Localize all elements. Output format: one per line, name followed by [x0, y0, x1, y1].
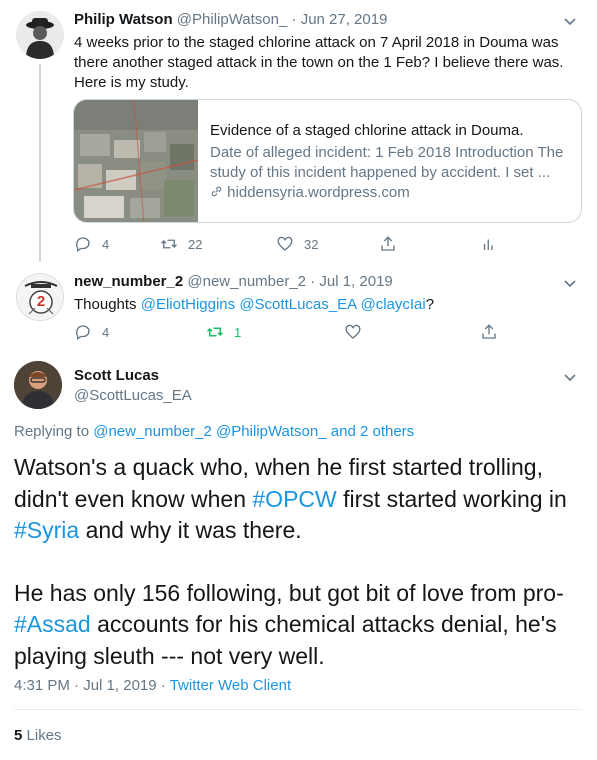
- share-button[interactable]: [379, 234, 397, 254]
- user-handle[interactable]: @PhilipWatson_: [177, 11, 288, 28]
- mention-link[interactable]: @PhilipWatson_: [216, 423, 327, 440]
- retweet-icon: [206, 327, 224, 337]
- like-button[interactable]: 32: [276, 234, 318, 254]
- thread-line: [39, 64, 41, 262]
- link-icon: [211, 186, 222, 197]
- share-button[interactable]: [480, 322, 498, 342]
- link-card[interactable]: Evidence of a staged chlorine attack in …: [73, 99, 582, 223]
- separator: ·: [291, 11, 297, 28]
- tweet-meta: 4:31 PM · Jul 1, 2019 · Twitter Web Clie…: [14, 677, 292, 694]
- share-icon: [482, 324, 496, 339]
- card-description: Date of alleged incident: 1 Feb 2018 Int…: [210, 144, 564, 181]
- others-link[interactable]: 2 others: [360, 423, 414, 440]
- divider: [14, 709, 582, 710]
- like-count: 32: [304, 236, 319, 252]
- heart-icon: [277, 236, 293, 251]
- reply-button[interactable]: 4: [74, 322, 109, 342]
- avatar[interactable]: [16, 11, 64, 59]
- avatar[interactable]: [14, 361, 62, 409]
- paragraph-1: Watson's a quack who, when he first star…: [14, 454, 567, 543]
- tweet-time[interactable]: 4:31 PM: [14, 677, 70, 694]
- display-name[interactable]: Philip Watson: [74, 11, 173, 28]
- retweet-icon: [161, 239, 177, 249]
- text-suffix: ?: [425, 296, 435, 313]
- share-icon: [381, 236, 395, 251]
- tweet-date[interactable]: Jul 1, 2019: [319, 273, 392, 290]
- chevron-down-icon[interactable]: [563, 370, 577, 384]
- likes-label: Likes: [26, 727, 62, 744]
- avatar-portrait-icon: [16, 11, 64, 59]
- tweet-philip-watson[interactable]: Philip Watson @PhilipWatson_ · Jun 27, 2…: [0, 0, 597, 262]
- avatar[interactable]: 2: [16, 273, 64, 321]
- card-text: Evidence of a staged chlorine attack in …: [210, 121, 575, 203]
- card-domain-text: hiddensyria.wordpress.com: [227, 184, 410, 201]
- card-image: [74, 100, 199, 222]
- paragraph-2: He has only 156 following, but got bit o…: [14, 579, 564, 669]
- mention-link[interactable]: @new_number_2: [93, 423, 212, 440]
- replying-to: Replying to @new_number_2 @PhilipWatson_…: [14, 423, 415, 440]
- replying-and: and: [330, 423, 356, 440]
- reply-count: 4: [102, 236, 110, 252]
- retweet-count: 1: [234, 324, 242, 340]
- likes-summary[interactable]: 5 Likes: [14, 727, 62, 744]
- reply-button[interactable]: 4: [74, 234, 109, 254]
- likes-count: 5: [14, 727, 23, 744]
- retweet-button[interactable]: 22: [160, 234, 202, 254]
- user-handle[interactable]: @new_number_2: [187, 273, 306, 290]
- client-link[interactable]: Twitter Web Client: [170, 677, 291, 694]
- hashtag-link[interactable]: #Assad: [14, 611, 91, 637]
- main-tweet-text: Watson's a quack who, when he first star…: [14, 452, 589, 672]
- author-name[interactable]: Scott Lucas: [74, 366, 159, 386]
- tweet-text: 4 weeks prior to the staged chlorine att…: [74, 34, 564, 91]
- card-title: Evidence of a staged chlorine attack in …: [210, 122, 524, 139]
- chevron-down-icon[interactable]: [563, 276, 577, 290]
- author-handle[interactable]: @ScottLucas_EA: [74, 386, 192, 406]
- avatar-label: 2: [36, 293, 46, 310]
- tweet-date[interactable]: Jun 27, 2019: [301, 11, 388, 28]
- analytics-button[interactable]: [480, 234, 498, 254]
- hashtag-link[interactable]: #OPCW: [252, 486, 336, 512]
- avatar-photo-icon: [14, 361, 62, 409]
- heart-icon: [345, 324, 361, 339]
- hashtag-link[interactable]: #Syria: [14, 517, 79, 543]
- mention-link[interactable]: @ScottLucas_EA: [239, 296, 356, 313]
- tweet-date[interactable]: Jul 1, 2019: [83, 677, 156, 694]
- mention-link[interactable]: @claycIai: [360, 296, 425, 313]
- retweet-count: 22: [188, 236, 203, 252]
- tweet-header: Philip Watson @PhilipWatson_ · Jun 27, 2…: [74, 10, 387, 30]
- text-prefix: Thoughts: [74, 296, 141, 313]
- separator: ·: [310, 273, 316, 290]
- reply-icon: [76, 325, 90, 341]
- tweet-new-number-2[interactable]: 2 new_number_2 @new_number_2 · Jul 1, 20…: [0, 262, 597, 350]
- display-name[interactable]: new_number_2: [74, 273, 183, 290]
- reply-icon: [76, 237, 90, 253]
- like-button[interactable]: [344, 322, 362, 342]
- analytics-icon: [483, 239, 493, 250]
- tweet-actions: 4 1: [74, 322, 574, 342]
- reply-count: 4: [102, 324, 110, 340]
- tweet-actions: 4 22 32: [74, 234, 574, 254]
- tweet-text: Thoughts @EliotHiggins @ScottLucas_EA @c…: [74, 295, 434, 315]
- retweet-button[interactable]: 1: [206, 322, 241, 342]
- card-domain: hiddensyria.wordpress.com: [210, 183, 575, 203]
- mention-link[interactable]: @EliotHiggins: [141, 296, 235, 313]
- chevron-down-icon[interactable]: [563, 14, 577, 28]
- tweet-header: new_number_2 @new_number_2 · Jul 1, 2019: [74, 272, 393, 292]
